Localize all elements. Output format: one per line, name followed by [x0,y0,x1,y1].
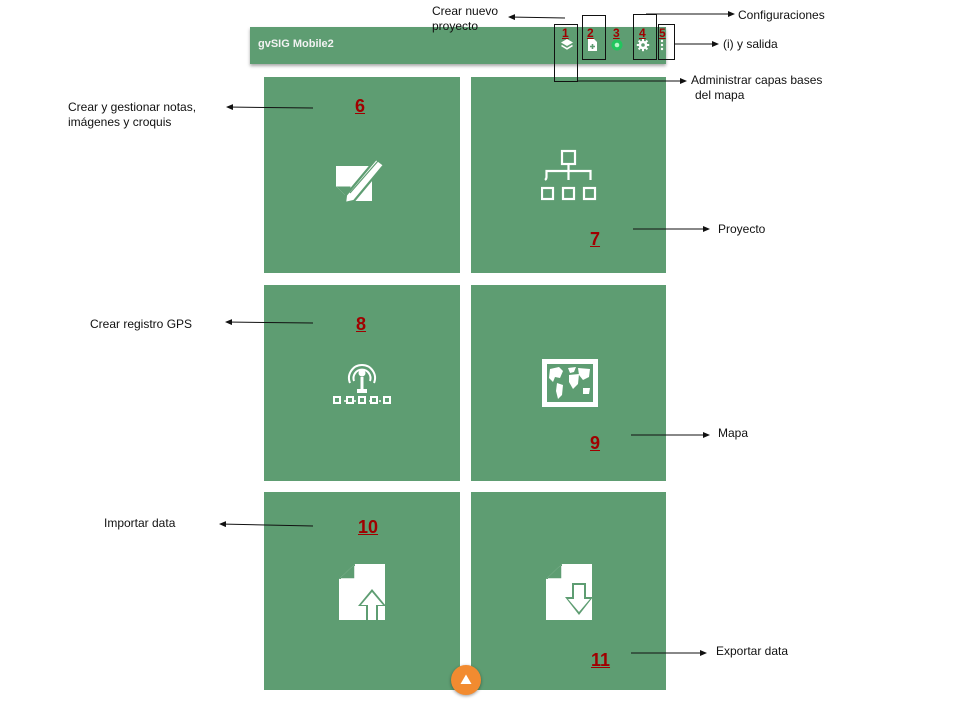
guide-box-new-project [582,15,606,60]
marker-7: 7 [590,229,601,249]
note-notes: Crear y gestionar notas, imágenes y croq… [68,100,196,130]
note-import: Importar data [104,516,176,530]
tile-export[interactable] [471,492,666,690]
note-base-layers: Administrar capas bases del mapa [691,73,822,103]
gps-status-icon[interactable] [610,38,624,52]
note-line: proyecto [432,19,479,33]
note-gps: Crear registro GPS [90,317,193,331]
world-map-icon [542,359,598,407]
notes-edit-icon [336,157,386,203]
note-line: Crear nuevo [432,4,499,18]
tile-project[interactable] [471,77,666,273]
marker-8: 8 [356,314,367,334]
export-file-icon [546,564,593,620]
marker-1: 1 [562,26,569,40]
note-map: Mapa [718,426,749,440]
note-settings: Configuraciones [738,8,825,22]
marker-11: 11 [591,650,611,670]
marker-4: 4 [639,26,646,40]
marker-6: 6 [355,96,366,116]
note-export: Exportar data [716,644,789,658]
tile-map[interactable] [471,285,666,481]
marker-3: 3 [613,26,620,40]
import-file-icon [339,564,386,621]
marker-10: 10 [358,517,379,537]
note-info-exit: (i) y salida [723,37,778,51]
note-line: imágenes y croquis [68,115,172,129]
note-line: Administrar capas bases [691,73,823,87]
app-title: gvSIG Mobile2 [258,38,334,50]
triangle-up-icon [460,674,472,684]
note-project: Proyecto [718,222,766,236]
marker-2: 2 [587,26,594,40]
note-line: del mapa [695,88,745,102]
marker-9: 9 [590,433,601,453]
gps-log-icon [333,364,391,404]
expand-button[interactable] [451,665,481,695]
marker-5: 5 [659,26,666,40]
note-line: Crear y gestionar notas, [68,100,197,114]
note-new-project: Crear nuevo proyecto [432,4,498,34]
project-tree-icon [541,149,597,201]
